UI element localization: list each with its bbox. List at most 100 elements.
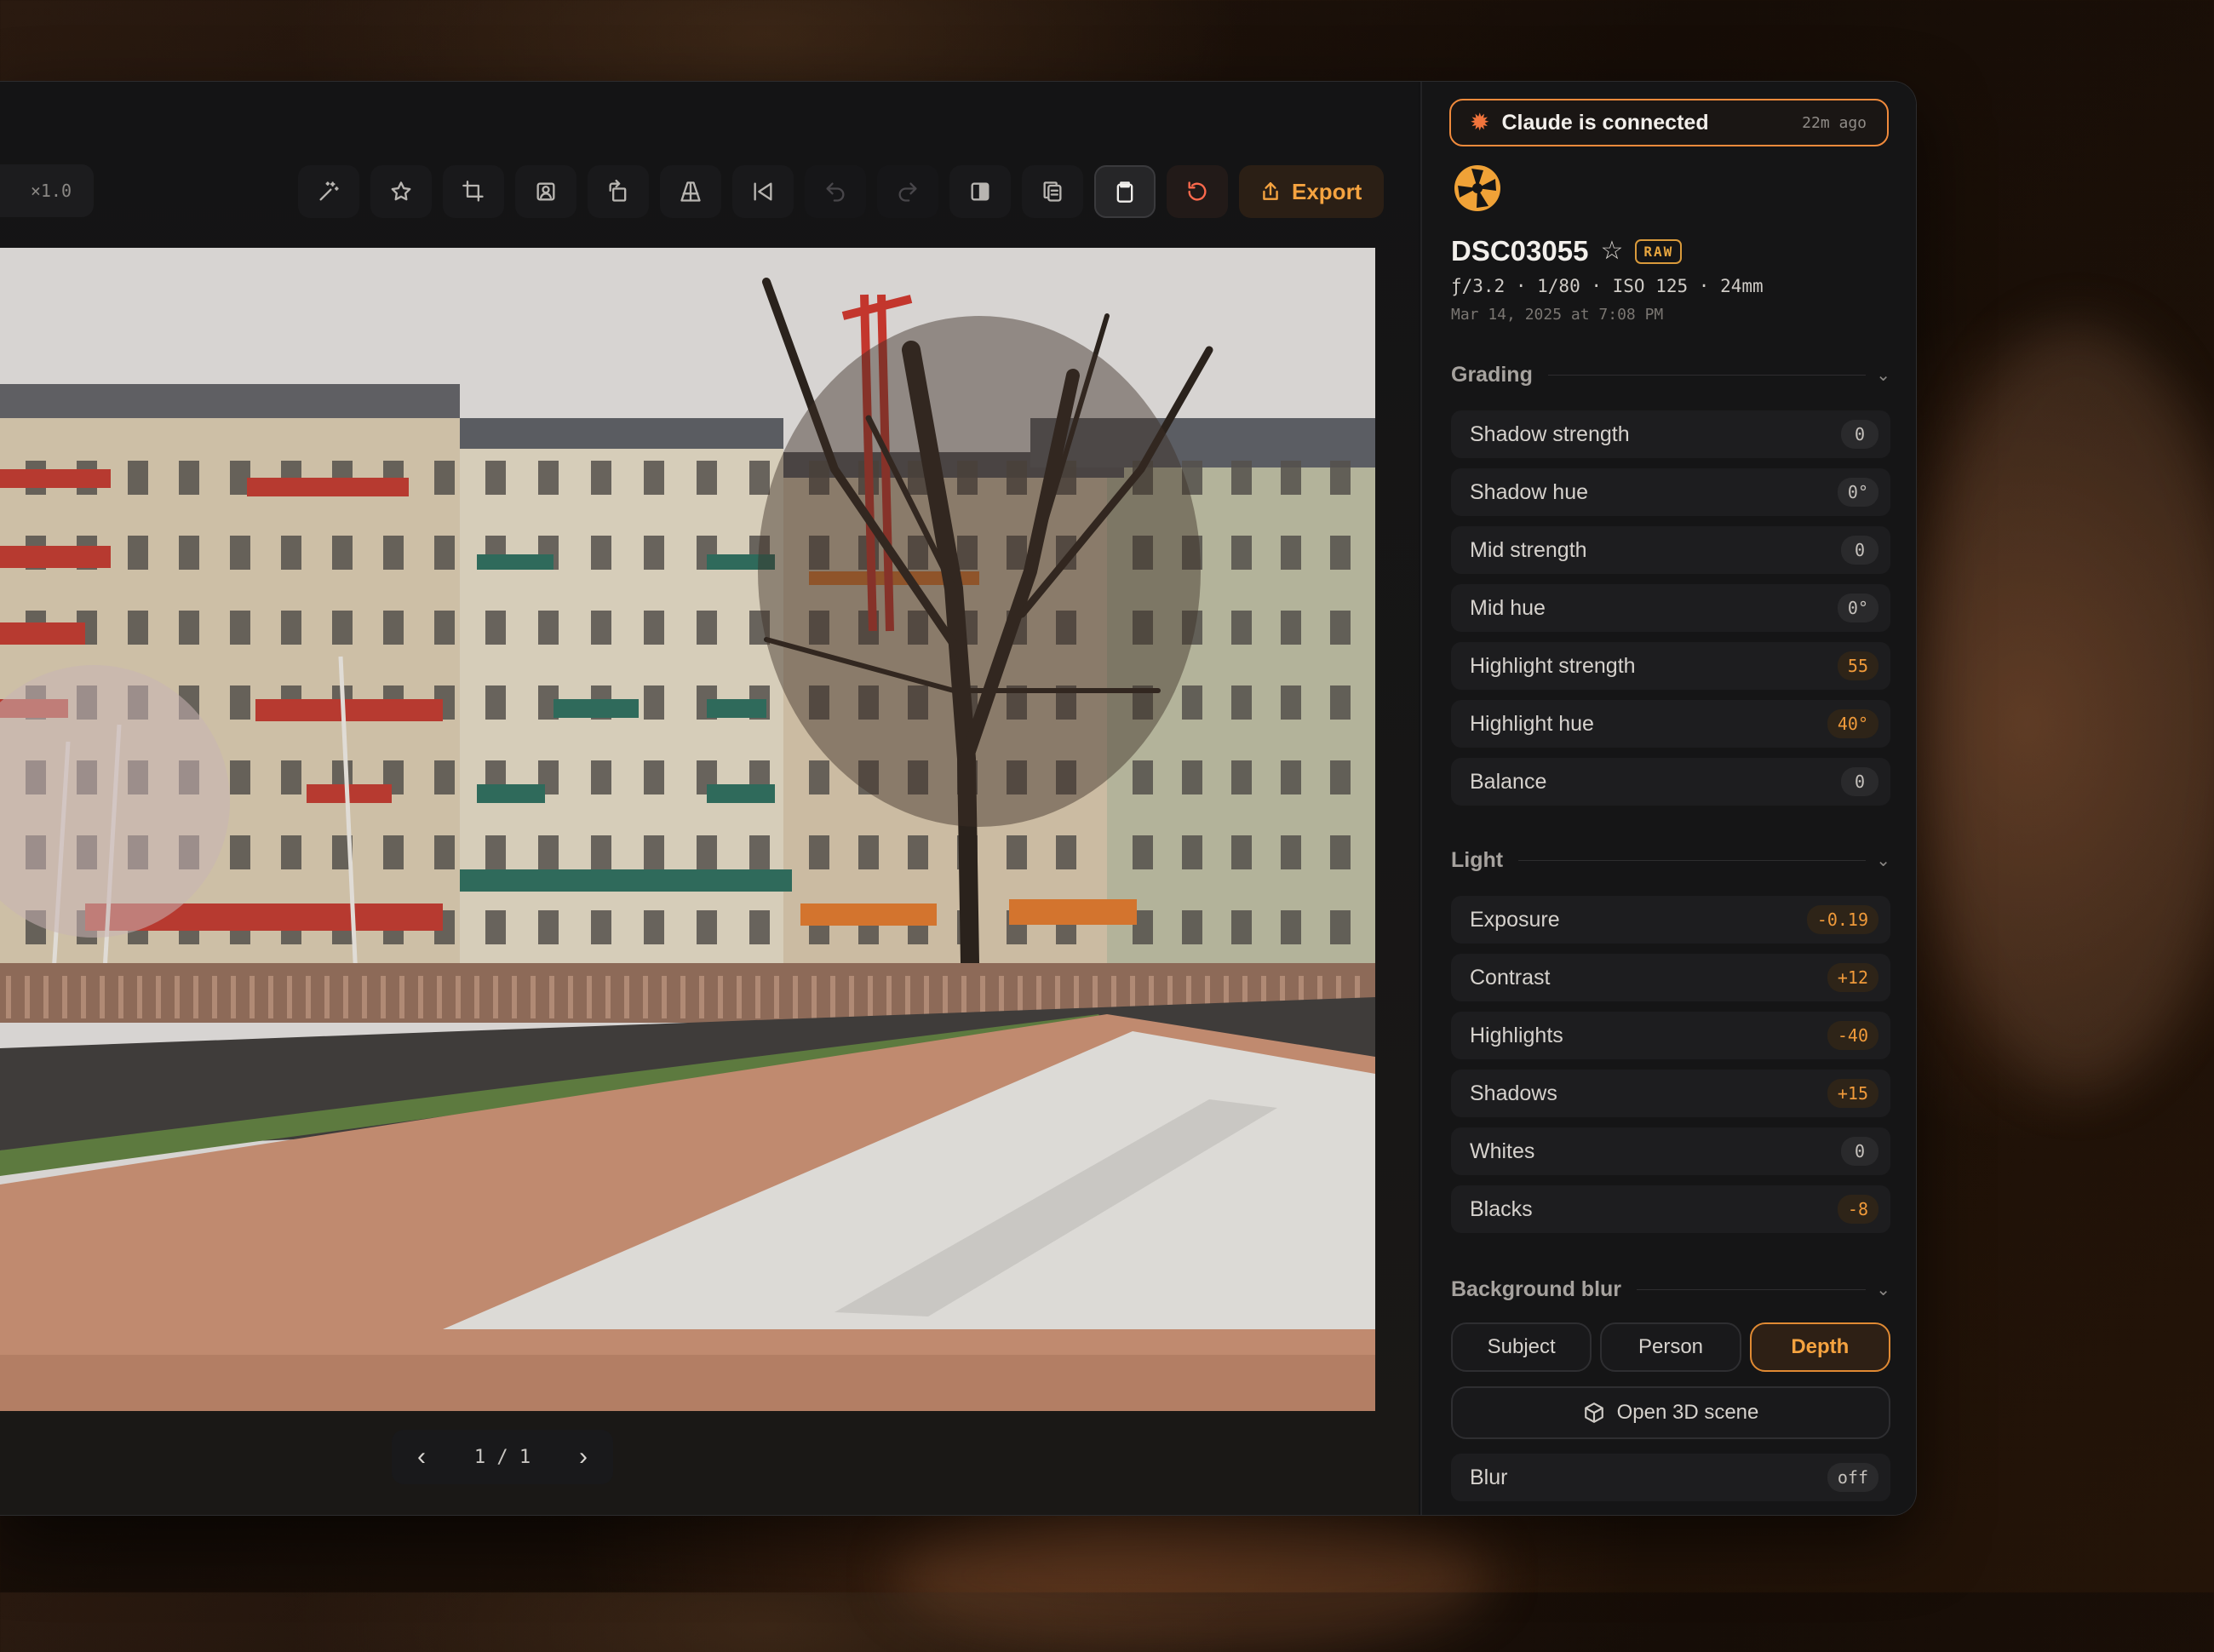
light-section-header[interactable]: Light ⌄ [1451,848,1890,873]
grading-slider-label: Mid strength [1470,537,1587,562]
photo-window [332,536,353,570]
zoom-label: ×1.0 [30,181,72,201]
zoom-indicator[interactable]: ×1.0 [0,164,94,217]
light-slider-row[interactable]: Contrast +12 [1451,954,1890,1001]
grading-slider-row[interactable]: Balance 0 [1451,758,1890,806]
photo-window [644,611,664,645]
light-slider-row[interactable]: Whites 0 [1451,1127,1890,1175]
cube-icon [1584,1402,1603,1423]
flip-icon [754,182,772,201]
star-outline-icon[interactable]: ☆ [1600,238,1623,264]
photo-window [1281,910,1301,944]
photo-window [1231,910,1252,944]
rotate-button[interactable] [588,165,649,218]
photo-window [1231,835,1252,869]
photo-window [434,835,455,869]
status-title: Claude is connected [1501,110,1709,135]
reset-button[interactable] [1167,165,1228,218]
photo-window [179,611,199,645]
background-drape [894,1499,1490,1652]
open-3d-scene-button[interactable]: Open 3D scene [1451,1386,1890,1439]
photo-window [485,461,506,495]
photo-window [1330,611,1351,645]
photo-window [1330,910,1351,944]
photo-window [1330,536,1351,570]
pager: ‹ 1 / 1 › [392,1430,613,1484]
crop-button[interactable] [443,165,504,218]
photo-window [1182,835,1202,869]
photo-window [230,536,250,570]
photo-window [644,835,664,869]
photo-window [1330,685,1351,720]
perspective-icon [680,181,701,202]
chevron-right-icon[interactable]: › [579,1444,588,1470]
grading-slider-value: 0° [1837,478,1878,507]
light-slider-row[interactable]: Shadows +15 [1451,1070,1890,1117]
photo-window [485,611,506,645]
light-slider-row[interactable]: Blacks -8 [1451,1185,1890,1233]
blur-mode-person[interactable]: Person [1600,1322,1741,1372]
grading-slider-value: 0 [1841,767,1878,796]
photo-window [697,461,717,495]
photo-window [591,835,611,869]
blur-mode-subject[interactable]: Subject [1451,1322,1592,1372]
crop-icon [462,181,484,202]
magic-wand-button[interactable] [298,165,359,218]
perspective-button[interactable] [660,165,721,218]
grading-slider-row[interactable]: Shadow strength 0 [1451,410,1890,458]
light-slider-label: Blacks [1470,1196,1533,1221]
photo-window [281,835,301,869]
light-slider-row[interactable]: Highlights -40 [1451,1012,1890,1059]
status-timestamp: 22m ago [1802,113,1867,132]
connection-status[interactable]: ✹ Claude is connected 22m ago [1449,99,1889,146]
blur-slider-row[interactable]: Blur off [1451,1454,1890,1501]
photo-window [281,760,301,794]
divider [1518,860,1867,861]
photo-window [908,835,928,869]
photo-window [485,910,506,944]
chevron-left-icon[interactable]: ‹ [417,1444,426,1470]
photo-window [1056,835,1076,869]
paste-settings-button[interactable] [1094,165,1156,218]
portrait-button[interactable] [515,165,576,218]
favorite-button[interactable] [370,165,432,218]
export-button[interactable]: Export [1239,165,1385,218]
light-slider-row[interactable]: Exposure -0.19 [1451,896,1890,944]
copy-settings-button[interactable] [1022,165,1083,218]
photo-window [332,611,353,645]
photo-window [538,461,559,495]
grading-slider-row[interactable]: Mid strength 0 [1451,526,1890,574]
blur-mode-depth[interactable]: Depth [1749,1322,1890,1372]
magic-wand-icon [319,181,339,201]
grading-slider-row[interactable]: Highlight strength 55 [1451,642,1890,690]
light-slider-label: Highlights [1470,1023,1563,1047]
photo-window [749,910,770,944]
photo-window [1281,461,1301,495]
background-blur-section-header[interactable]: Background blur ⌄ [1451,1277,1890,1302]
photo-canvas[interactable] [0,248,1375,1411]
photo-window [230,611,250,645]
copy-icon [1043,181,1062,202]
grading-slider-value: 40° [1827,709,1878,738]
blur-value: off [1827,1463,1878,1492]
photo-window [1133,760,1153,794]
rotate-icon [609,180,627,202]
photo-window [383,835,404,869]
photo-window [179,461,199,495]
undo-button[interactable] [805,165,866,218]
grading-slider-row[interactable]: Shadow hue 0° [1451,468,1890,516]
grading-slider-row[interactable]: Highlight hue 40° [1451,700,1890,748]
compare-button[interactable] [949,165,1011,218]
grading-section-header[interactable]: Grading ⌄ [1451,363,1890,387]
photo-window [1330,461,1351,495]
star-icon [391,181,411,201]
grading-slider-row[interactable]: Mid hue 0° [1451,584,1890,632]
flip-button[interactable] [732,165,794,218]
chevron-down-icon: ⌄ [1876,366,1890,385]
photo-window [1330,835,1351,869]
photo-window [749,461,770,495]
redo-button[interactable] [877,165,938,218]
light-slider-label: Contrast [1470,965,1551,989]
clipboard-icon [1116,181,1133,203]
export-label: Export [1292,178,1362,204]
